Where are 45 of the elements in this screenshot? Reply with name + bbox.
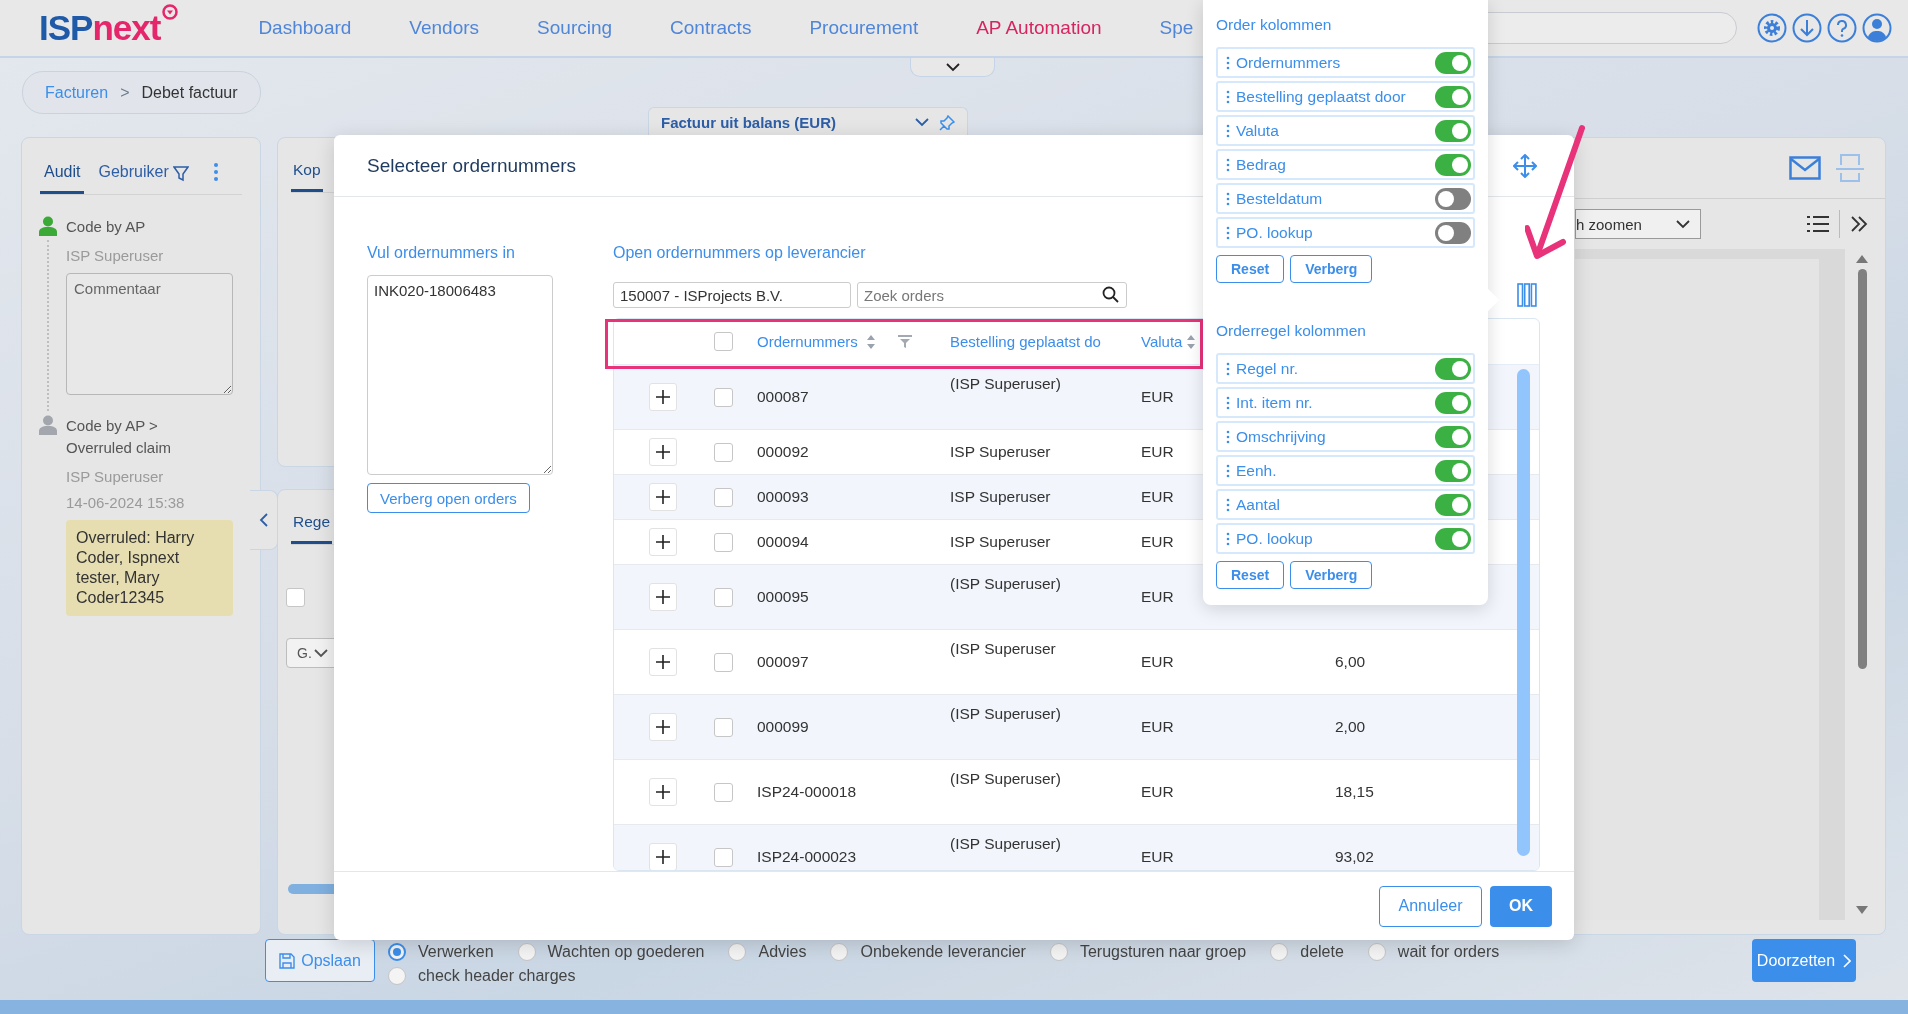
table-cell: 000099 xyxy=(757,718,809,736)
breadcrumb-current: Debet factuur xyxy=(141,83,238,102)
table-cell: 18,15 xyxy=(1335,783,1374,800)
table-cell: EUR xyxy=(1141,848,1174,866)
table-cell: (ISP Superuser) xyxy=(950,770,1061,787)
table-cell: 000092 xyxy=(757,443,809,461)
table-cell: (ISP Superuser) xyxy=(950,375,1061,392)
table-cell: 000087 xyxy=(757,388,809,406)
table-cell: EUR xyxy=(1141,588,1174,606)
table-cell: EUR xyxy=(1141,443,1174,461)
table-cell: EUR xyxy=(1141,388,1174,406)
table-cell: 000097 xyxy=(757,653,809,671)
audit-entry-title: Code by AP > Overruled claim xyxy=(66,416,173,458)
audit-entry-user: ISP Superuser xyxy=(66,468,165,485)
section-label: Open ordernummers op leverancier xyxy=(613,243,867,263)
balance-tab-title: Factuur uit balans (EUR) xyxy=(661,114,836,131)
table-cell: EUR xyxy=(1141,488,1174,506)
table-cell: ISP Superuser xyxy=(950,533,1051,550)
audit-note: Overruled: Harry Coder, Ispnext tester, Mary Coder12345 xyxy=(66,520,233,616)
dialog-title: Selecteer ordernummers xyxy=(367,154,577,177)
table-cell: 000093 xyxy=(757,488,809,506)
table-cell: (ISP Superuser) xyxy=(950,575,1061,592)
breadcrumb-separator: > xyxy=(120,83,130,102)
popover-heading: Orderregel kolommen xyxy=(1216,321,1367,341)
audit-entry-title: Code by AP xyxy=(66,217,147,237)
table-cell: 6,00 xyxy=(1335,653,1366,670)
table-cell: ISP24-000023 xyxy=(757,848,857,866)
table-cell: EUR xyxy=(1141,718,1174,736)
popover-heading: Order kolommen xyxy=(1216,15,1333,35)
table-cell: EUR xyxy=(1141,533,1174,551)
audit-entry-user: ISP Superuser xyxy=(66,247,165,264)
table-cell: ISP24-000018 xyxy=(757,783,857,801)
table-cell: EUR xyxy=(1141,653,1174,671)
table-cell: (ISP Superuser) xyxy=(950,705,1061,722)
table-cell: 000094 xyxy=(757,533,809,551)
table-cell: EUR xyxy=(1141,783,1174,801)
field-label: Vul ordernummers in xyxy=(367,243,515,263)
table-cell: 000095 xyxy=(757,588,809,606)
table-cell: (ISP Superuser xyxy=(950,640,1056,657)
table-cell: 2,00 xyxy=(1335,718,1366,735)
audit-entry-time: 14-06-2024 15:38 xyxy=(66,494,186,511)
table-cell: 93,02 xyxy=(1335,848,1374,865)
table-cell: (ISP Superuser) xyxy=(950,835,1061,852)
table-cell: ISP Superuser xyxy=(950,488,1051,505)
table-cell: ISP Superuser xyxy=(950,443,1051,460)
